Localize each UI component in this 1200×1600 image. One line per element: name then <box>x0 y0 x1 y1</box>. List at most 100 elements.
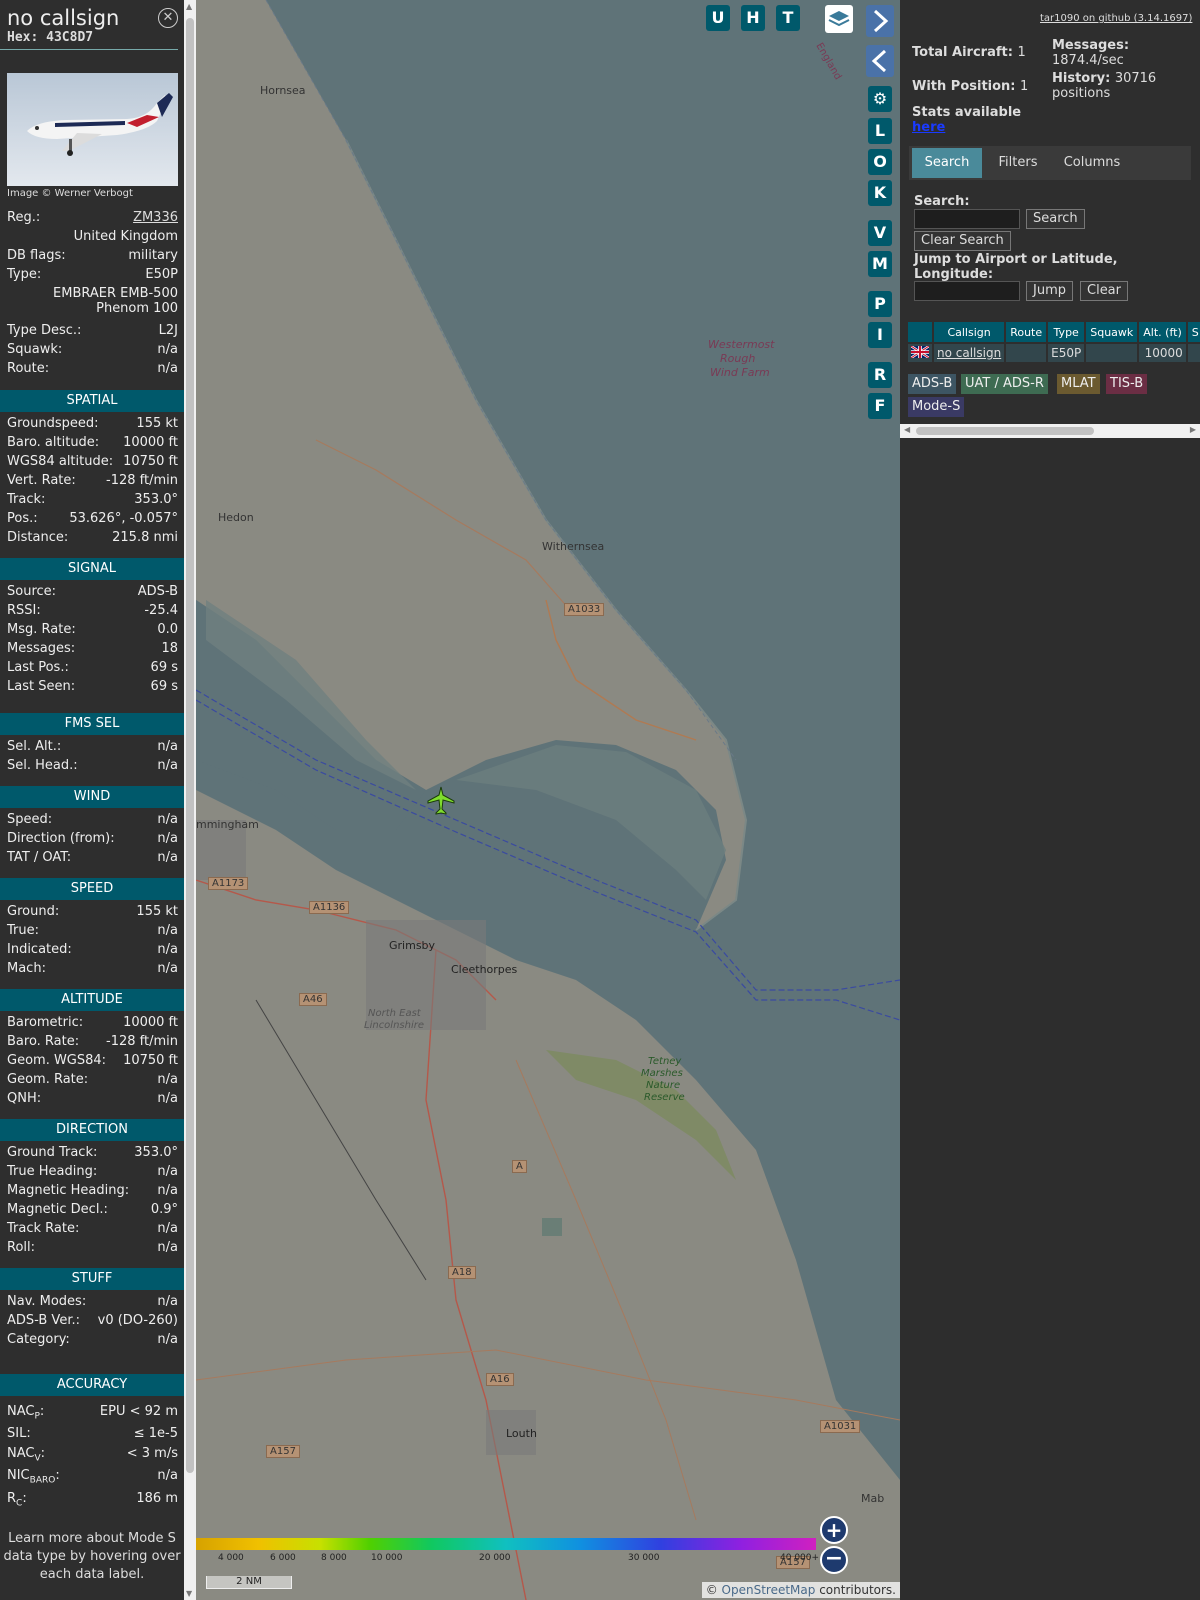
nicbaro-row: NICBARO: n/a <box>7 1468 178 1487</box>
table-scroll-thumb[interactable] <box>916 427 1094 435</box>
altitude-color-bar <box>196 1538 816 1550</box>
reg-row: Reg.: ZM336 <box>7 210 178 229</box>
type-row: Type: E50P <box>7 267 178 286</box>
button-o[interactable]: O <box>868 149 892 175</box>
altitude-label: Geom. Rate: <box>7 1072 89 1087</box>
scroll-right-icon[interactable]: ▶ <box>1190 425 1196 434</box>
button-h[interactable]: H <box>741 5 765 31</box>
signal-value: 69 s <box>150 679 178 694</box>
jump-input[interactable] <box>914 281 1020 301</box>
alt-scale-20000: 20 000 <box>479 1553 511 1563</box>
button-v[interactable]: V <box>868 220 892 246</box>
close-icon[interactable]: ✕ <box>158 8 178 28</box>
altitude-row: Geom. WGS84: 10750 ft <box>7 1053 178 1072</box>
learn-more-text: Learn more about Mode S data type by hov… <box>3 1531 181 1582</box>
info-scrollbar[interactable]: ▲ ▼ <box>184 0 196 1600</box>
signal-value: 0.0 <box>157 622 178 637</box>
speed-label: True: <box>7 923 39 938</box>
aircraft-photo[interactable] <box>7 73 178 186</box>
button-l[interactable]: L <box>868 118 892 144</box>
github-link[interactable]: tar1090 on github (3.14.1697) <box>1040 13 1192 24</box>
road-a16: A16 <box>486 1373 514 1386</box>
country-value: United Kingdom <box>73 229 178 244</box>
expand-right-icon[interactable] <box>866 5 894 37</box>
sil-row: SIL: ≤ 1e-5 <box>7 1426 178 1445</box>
stuff-label: Nav. Modes: <box>7 1294 87 1309</box>
map-view[interactable]: Hornsea Hedon Withernsea Westermost Roug… <box>196 0 900 1600</box>
route-label: Route: <box>7 361 50 376</box>
stats-here-link[interactable]: here <box>912 120 945 135</box>
altitude-row: Barometric: 10000 ft <box>7 1015 178 1034</box>
table-horizontal-scrollbar[interactable]: ◀ ▶ <box>900 424 1200 438</box>
signal-row: Source: ADS-B <box>7 584 178 603</box>
signal-row: Last Pos.: 69 s <box>7 660 178 679</box>
button-i[interactable]: I <box>868 322 892 348</box>
button-p[interactable]: P <box>868 291 892 317</box>
button-k[interactable]: K <box>868 180 892 206</box>
button-u[interactable]: U <box>706 5 730 31</box>
section-fms: FMS SEL <box>0 713 184 735</box>
map-label-withernsea: Withernsea <box>542 540 605 553</box>
search-button[interactable]: Search <box>1026 209 1085 229</box>
col-flag[interactable] <box>908 322 932 342</box>
col-alt[interactable]: Alt. (ft) <box>1139 322 1186 342</box>
settings-gear-icon[interactable]: ⚙ <box>868 86 892 112</box>
spatial-row: Vert. Rate: -128 ft/min <box>7 473 178 492</box>
tab-columns[interactable]: Columns <box>1052 148 1132 178</box>
collapse-left-icon[interactable] <box>866 45 894 77</box>
signal-row: RSSI: -25.4 <box>7 603 178 622</box>
right-panel-empty-area <box>900 438 1200 1600</box>
zoom-in-icon[interactable]: + <box>820 1516 848 1544</box>
direction-row: Track Rate: n/a <box>7 1221 178 1240</box>
col-squawk[interactable]: Squawk <box>1086 322 1138 342</box>
spatial-value: 353.0° <box>134 492 178 507</box>
table-row[interactable]: no callsign E50P 10000 <box>908 344 1200 362</box>
col-s[interactable]: S <box>1187 322 1200 342</box>
clear-search-button[interactable]: Clear Search <box>914 231 1011 251</box>
spatial-value: 215.8 nmi <box>112 530 178 545</box>
row-squawk <box>1086 344 1138 362</box>
selected-callsign: no callsign <box>7 6 120 30</box>
dbflags-label: DB flags: <box>7 248 66 263</box>
zoom-out-icon[interactable]: − <box>820 1546 848 1574</box>
row-route <box>1006 344 1047 362</box>
col-type[interactable]: Type <box>1048 322 1085 342</box>
tab-search[interactable]: Search <box>912 148 982 178</box>
sil-label: SIL: <box>7 1426 31 1441</box>
scroll-down-icon[interactable]: ▼ <box>186 1589 192 1598</box>
button-f[interactable]: F <box>868 393 892 419</box>
type-full-2: Phenom 100 <box>96 301 178 316</box>
attribution-link[interactable]: OpenStreetMap <box>722 1583 816 1597</box>
aircraft-table: Callsign Route Type Squawk Alt. (ft) S n… <box>906 320 1200 364</box>
altitude-value: 10750 ft <box>123 1053 178 1068</box>
tab-filters[interactable]: Filters <box>986 148 1050 178</box>
button-m[interactable]: M <box>868 251 892 277</box>
button-r[interactable]: R <box>868 362 892 388</box>
direction-row: Roll: n/a <box>7 1240 178 1259</box>
type-value: E50P <box>145 267 178 282</box>
spatial-value: -128 ft/min <box>106 473 178 488</box>
row-callsign[interactable]: no callsign <box>934 344 1005 362</box>
rc-value: 186 m <box>136 1491 178 1506</box>
clear-jump-button[interactable]: Clear <box>1080 281 1128 301</box>
button-t[interactable]: T <box>776 5 800 31</box>
search-input[interactable] <box>914 209 1020 229</box>
altitude-row: Baro. Rate: -128 ft/min <box>7 1034 178 1053</box>
aircraft-marker-icon[interactable] <box>426 786 456 816</box>
signal-value: -25.4 <box>144 603 178 618</box>
map-canvas[interactable] <box>196 0 900 1600</box>
reg-link[interactable]: ZM336 <box>133 210 178 225</box>
typedesc-row: Type Desc.: L2J <box>7 323 178 342</box>
scroll-up-icon[interactable]: ▲ <box>186 2 192 11</box>
layers-icon[interactable] <box>825 5 853 33</box>
jump-button[interactable]: Jump <box>1026 281 1073 301</box>
info-scroll-thumb[interactable] <box>186 18 194 1473</box>
scroll-left-icon[interactable]: ◀ <box>904 425 910 434</box>
nacp-value: EPU < 92 m <box>99 1404 178 1419</box>
col-route[interactable]: Route <box>1006 322 1047 342</box>
col-callsign[interactable]: Callsign <box>934 322 1005 342</box>
typedesc-label: Type Desc.: <box>7 323 82 338</box>
spatial-row: Baro. altitude: 10000 ft <box>7 435 178 454</box>
road-a157-west: A157 <box>266 1445 300 1458</box>
map-label-louth: Louth <box>506 1427 537 1440</box>
